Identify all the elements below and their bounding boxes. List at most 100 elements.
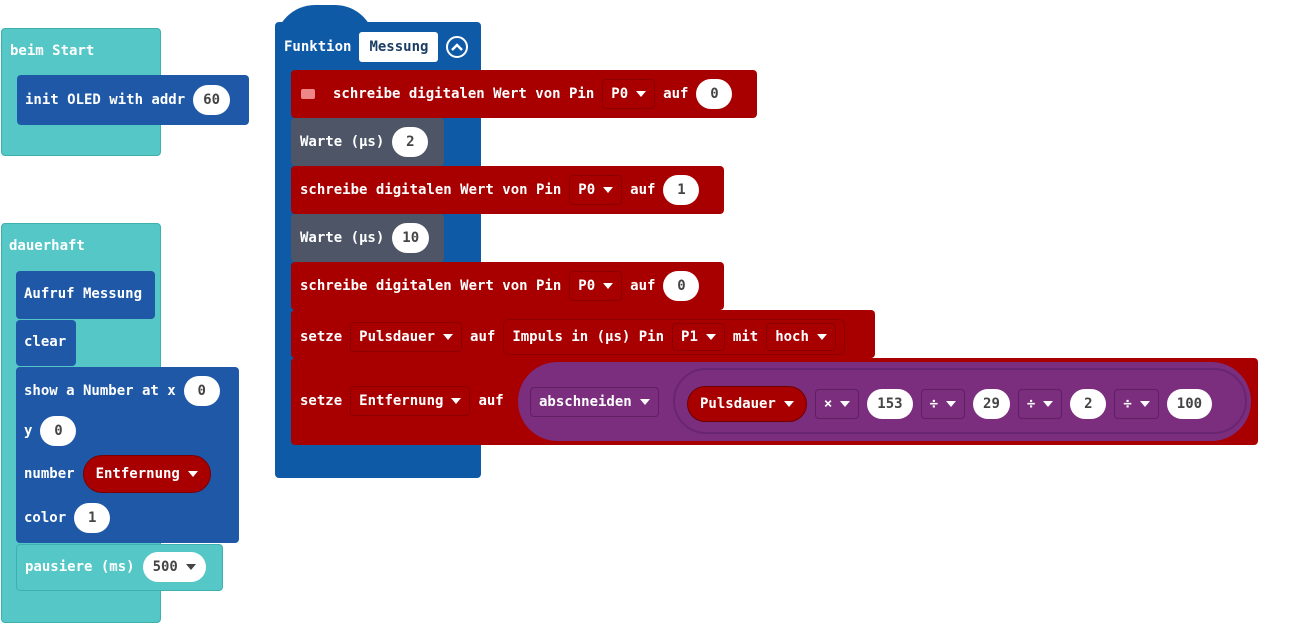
set-label: setze [300, 393, 343, 409]
variable-value: Pulsdauer [359, 329, 436, 345]
chevron-down-icon [451, 398, 462, 404]
comment-icon[interactable] [301, 89, 315, 99]
init-oled-label: init OLED with addr [25, 92, 186, 108]
clear-label: clear [24, 334, 67, 350]
set-pulse-duration-block[interactable]: setze Pulsdauer auf Impuls in (µs) Pin P… [291, 310, 875, 358]
pin-value: P1 [681, 329, 698, 345]
pin-dropdown[interactable]: P1 [672, 323, 725, 351]
show-number-block[interactable]: show a Number at x 0 y 0 number Entfernu… [16, 367, 239, 543]
y-label: y [24, 423, 33, 439]
to-label: auf [470, 329, 496, 345]
chevron-down-icon [1139, 401, 1150, 407]
digital-value-input[interactable]: 0 [663, 271, 700, 301]
chevron-down-icon [840, 401, 851, 407]
set-label: setze [300, 329, 343, 345]
x-input[interactable]: 0 [183, 376, 220, 406]
color-input[interactable]: 1 [74, 503, 111, 533]
wait-value-input[interactable]: 2 [392, 127, 429, 157]
operator-value: × [823, 396, 833, 412]
number-label: number [24, 466, 75, 482]
on-start-label: beim Start [10, 43, 95, 59]
to-label: auf [630, 278, 656, 294]
pin-value: P0 [578, 182, 596, 198]
digital-write-block-3[interactable]: schreibe digitalen Wert von Pin P0 auf 0 [291, 262, 724, 310]
call-function-label: Aufruf Messung [24, 286, 143, 302]
pause-label: pausiere (ms) [25, 559, 135, 575]
forever-label: dauerhaft [9, 238, 85, 254]
variable-dropdown[interactable]: Pulsdauer [350, 322, 463, 352]
pulse-level-dropdown[interactable]: hoch [766, 323, 836, 351]
math-function-value: abschneiden [539, 394, 632, 410]
pin-value: P0 [578, 278, 596, 294]
chevron-up-icon[interactable] [446, 36, 469, 58]
pulse-level-value: hoch [775, 329, 809, 345]
number-input-153[interactable]: 153 [867, 389, 913, 419]
variable-value: Pulsdauer [700, 396, 776, 412]
math-function-dropdown[interactable]: abschneiden [530, 387, 659, 417]
wait-label: Warte (µs) [300, 134, 385, 150]
to-label: auf [478, 393, 504, 409]
chevron-down-icon [187, 471, 198, 477]
pin-value: P0 [611, 86, 629, 102]
digital-value-input[interactable]: 0 [696, 79, 733, 109]
wait-us-block-1[interactable]: Warte (µs) 2 [291, 118, 444, 166]
clear-block[interactable]: clear [16, 320, 76, 366]
chevron-down-icon [946, 401, 957, 407]
pin-dropdown[interactable]: P0 [569, 175, 623, 205]
pause-block[interactable]: pausiere (ms) 500 [16, 544, 223, 591]
function-keyword: Funktion [284, 39, 352, 55]
with-label: mit [732, 329, 759, 345]
function-name-input[interactable]: Messung [359, 32, 439, 62]
digital-write-label: schreibe digitalen Wert von Pin [333, 86, 595, 102]
wait-label: Warte (µs) [300, 230, 385, 246]
y-input[interactable]: 0 [40, 416, 77, 446]
number-input-2[interactable]: 2 [1070, 389, 1107, 419]
pulse-in-label: Impuls in (µs) Pin [512, 329, 665, 345]
pulse-in-block[interactable]: Impuls in (µs) Pin P1 mit hoch [503, 319, 845, 355]
color-label: color [24, 510, 67, 526]
digital-write-label: schreibe digitalen Wert von Pin [300, 182, 562, 198]
chevron-down-icon [603, 283, 614, 289]
pin-dropdown[interactable]: P0 [569, 271, 623, 301]
pulse-duration-variable[interactable]: Pulsdauer [687, 386, 807, 422]
pause-value: 500 [152, 559, 178, 575]
chevron-down-icon [443, 334, 454, 340]
pin-dropdown[interactable]: P0 [602, 79, 656, 109]
arithmetic-chain[interactable]: Pulsdauer × 153 ÷ 29 ÷ 2 ÷ 100 [673, 368, 1247, 434]
digital-write-block-1[interactable]: schreibe digitalen Wert von Pin P0 auf 0 [291, 70, 757, 118]
operator-dropdown-divide-1[interactable]: ÷ [920, 389, 966, 419]
operator-value: ÷ [1026, 396, 1036, 412]
chevron-down-icon [639, 399, 650, 405]
to-label: auf [663, 86, 689, 102]
wait-us-block-2[interactable]: Warte (µs) 10 [291, 214, 444, 262]
operator-dropdown-divide-2[interactable]: ÷ [1017, 389, 1063, 419]
variable-value: Entfernung [359, 393, 444, 409]
init-oled-block[interactable]: init OLED with addr 60 [17, 75, 249, 125]
number-input-29[interactable]: 29 [973, 389, 1010, 419]
operator-dropdown-divide-3[interactable]: ÷ [1114, 389, 1159, 419]
number-input-100[interactable]: 100 [1166, 389, 1213, 419]
variable-dropdown[interactable]: Entfernung [350, 386, 471, 416]
call-function-block[interactable]: Aufruf Messung [16, 271, 155, 319]
chevron-down-icon [705, 334, 716, 340]
number-variable-dropdown[interactable]: Entfernung [82, 455, 211, 493]
operator-dropdown-multiply[interactable]: × [814, 389, 860, 419]
chevron-down-icon [1043, 401, 1054, 407]
chevron-down-icon [185, 564, 196, 570]
chevron-down-icon [783, 401, 794, 407]
digital-write-block-2[interactable]: schreibe digitalen Wert von Pin P0 auf 1 [291, 166, 724, 214]
oled-address-input[interactable]: 60 [193, 85, 231, 115]
operator-value: ÷ [1123, 396, 1132, 412]
chevron-down-icon [816, 334, 827, 340]
pause-dropdown[interactable]: 500 [142, 552, 206, 582]
show-number-label: show a Number at x [24, 383, 176, 399]
operator-value: ÷ [929, 396, 939, 412]
wait-value-input[interactable]: 10 [392, 223, 430, 253]
digital-value-input[interactable]: 1 [663, 175, 700, 205]
number-variable-value: Entfernung [95, 466, 180, 482]
to-label: auf [630, 182, 656, 198]
chevron-down-icon [603, 187, 614, 193]
digital-write-label: schreibe digitalen Wert von Pin [300, 278, 562, 294]
chevron-down-icon [636, 91, 647, 97]
truncate-math-block[interactable]: abschneiden Pulsdauer × 153 ÷ 29 ÷ 2 ÷ 1… [518, 362, 1251, 441]
